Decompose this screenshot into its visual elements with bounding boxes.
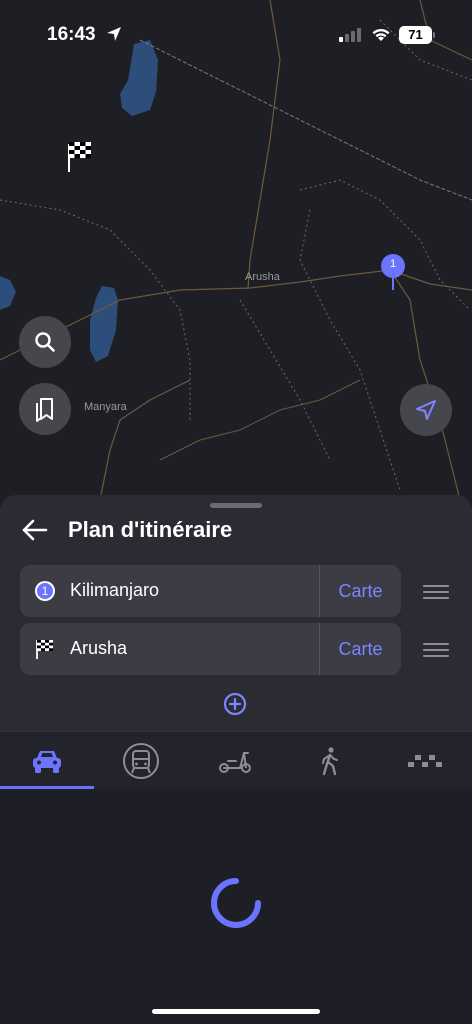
tab-walk[interactable] (283, 732, 377, 790)
walking-person-icon (322, 747, 338, 776)
bus-icon (123, 743, 159, 779)
start-pin-number: 1 (389, 258, 397, 270)
tab-public-transport[interactable] (94, 732, 188, 790)
page-title: Plan d'itinéraire (68, 517, 233, 542)
navigation-arrow-icon (416, 400, 436, 420)
loading-spinner-icon (211, 878, 261, 928)
my-location-button[interactable] (400, 384, 452, 436)
battery-indicator: 71 (399, 26, 432, 44)
bookmarks-icon (36, 398, 53, 422)
route-results-area (0, 789, 472, 1024)
stop-row-start[interactable]: 1 Kilimanjaro Carte (20, 565, 401, 617)
bookmarks-button[interactable] (19, 383, 71, 435)
map-label-arusha: Arusha (245, 271, 280, 283)
checkered-flag-icon (36, 640, 53, 659)
stop-row-destination[interactable]: Arusha Carte (20, 623, 401, 675)
sheet-grabber[interactable] (210, 503, 262, 508)
add-stop-icon[interactable] (223, 692, 247, 716)
search-button[interactable] (19, 316, 71, 368)
cellular-signal-icon (339, 28, 361, 42)
taxi-checker-icon (408, 755, 442, 767)
stop-number: 1 (41, 584, 49, 598)
car-icon (33, 751, 61, 773)
stop-label-destination: Arusha (70, 638, 128, 658)
status-bar: 16:43 71 (0, 0, 472, 60)
scooter-icon (219, 752, 251, 773)
finish-flag-marker (68, 142, 91, 172)
drag-handle-icon[interactable] (423, 643, 449, 659)
stop-label-start: Kilimanjaro (70, 580, 160, 600)
tab-car[interactable] (0, 732, 94, 790)
status-time: 16:43 (47, 24, 96, 45)
battery-tip (433, 32, 435, 38)
search-icon (35, 332, 55, 352)
back-arrow-icon[interactable] (20, 515, 50, 545)
wifi-icon (372, 28, 390, 41)
map-view[interactable]: Arusha Manyara 1 (0, 0, 472, 520)
tab-taxi[interactable] (378, 732, 472, 790)
route-planner-sheet: Plan d'itinéraire 1 Kilimanjaro Carte Ar… (0, 495, 472, 1024)
location-arrow-icon (107, 27, 121, 41)
home-indicator[interactable] (152, 1009, 320, 1014)
tab-scooter[interactable] (188, 732, 282, 790)
map-label-manyara: Manyara (84, 401, 127, 413)
start-map-button[interactable]: Carte (320, 565, 401, 617)
transport-mode-bar (0, 731, 472, 789)
drag-handle-icon[interactable] (423, 585, 449, 601)
destination-map-button[interactable]: Carte (320, 623, 401, 675)
